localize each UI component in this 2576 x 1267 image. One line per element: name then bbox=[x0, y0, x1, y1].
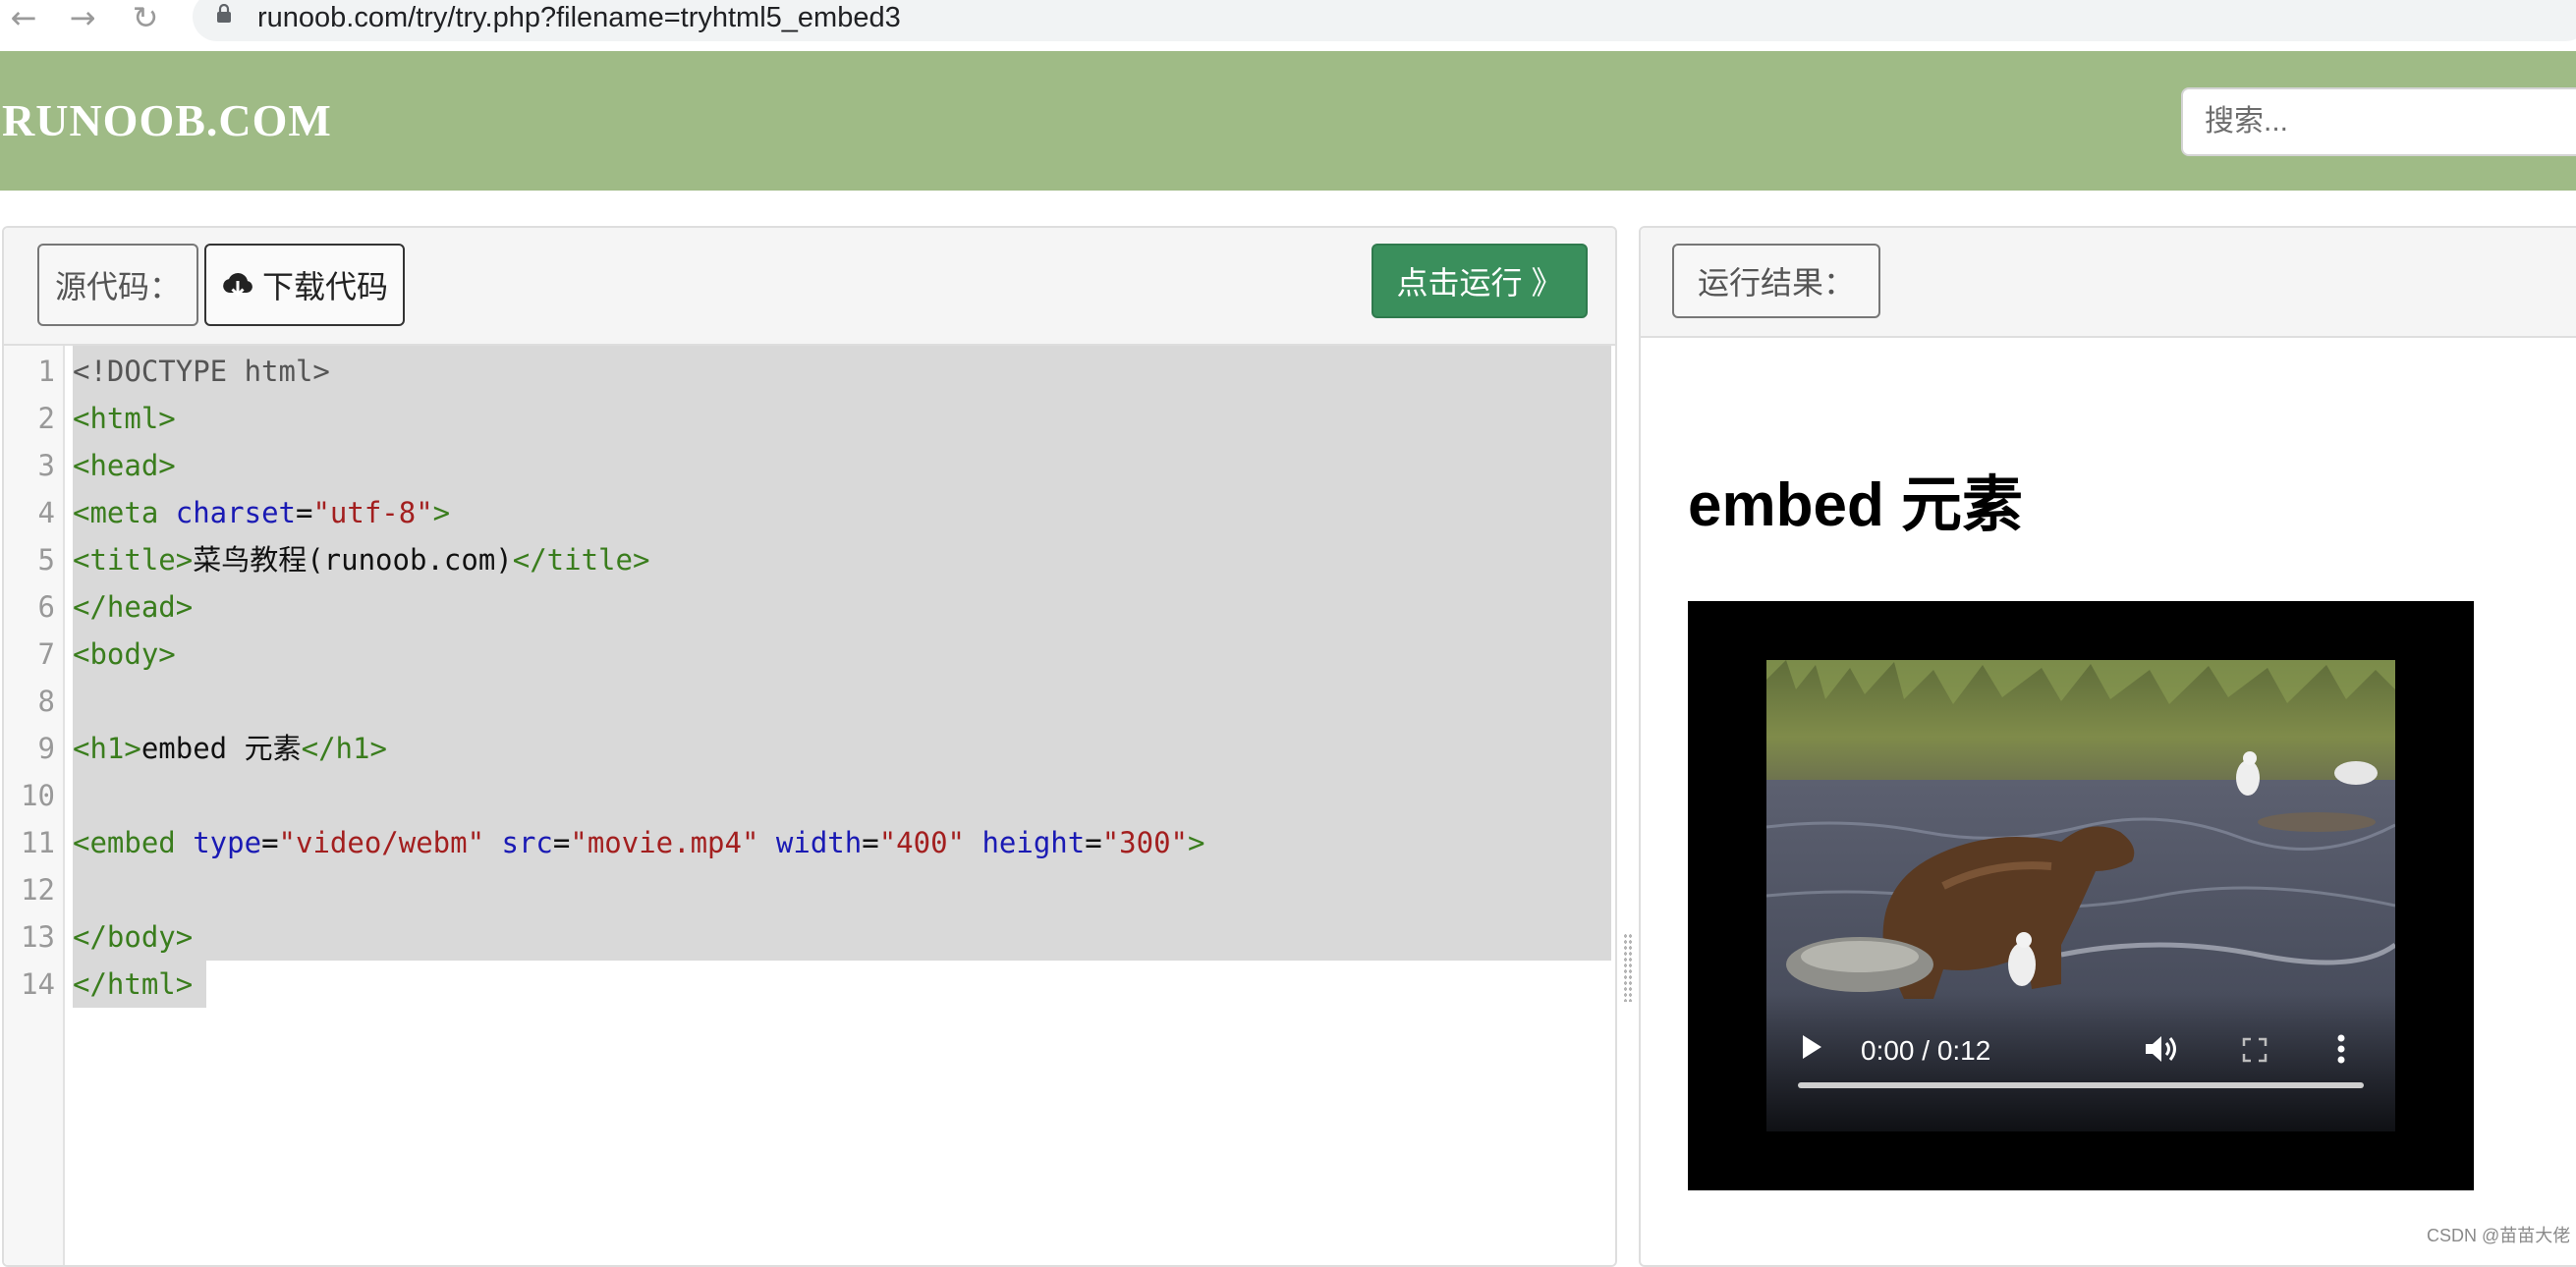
result-heading: embed 元素 bbox=[1688, 471, 2024, 539]
line-number: 3 bbox=[37, 449, 55, 482]
line-number: 11 bbox=[21, 826, 55, 859]
run-result-label: 运行结果： bbox=[1672, 244, 1880, 318]
line-number: 13 bbox=[21, 920, 55, 954]
reload-icon[interactable]: ↻ bbox=[126, 0, 165, 36]
code-text[interactable]: <!DOCTYPE html> bbox=[73, 348, 330, 395]
browser-toolbar: ← → ↻ runoob.com/try/try.php?filename=tr… bbox=[0, 0, 2576, 51]
volume-button[interactable] bbox=[2144, 1033, 2179, 1065]
code-line[interactable]: 10 bbox=[4, 772, 1615, 819]
address-bar-url[interactable]: runoob.com/try/try.php?filename=tryhtml5… bbox=[257, 0, 901, 35]
video-frame[interactable]: 0:00 / 0:12 bbox=[1766, 660, 2395, 1131]
code-line[interactable]: 5 <title>菜鸟教程(runoob.com)</title> bbox=[4, 536, 1615, 583]
code-text[interactable]: <meta charset="utf-8"> bbox=[73, 489, 450, 536]
code-text[interactable]: <html> bbox=[73, 395, 176, 442]
search-input[interactable] bbox=[2181, 87, 2576, 156]
code-line[interactable]: 4 <meta charset="utf-8"> bbox=[4, 489, 1615, 536]
line-number: 6 bbox=[37, 590, 55, 624]
code-text[interactable]: </head> bbox=[73, 583, 193, 631]
result-panel: 运行结果： embed 元素 0:00 / 0:12 bbox=[1639, 226, 2576, 1267]
download-code-button[interactable]: 下载代码 bbox=[204, 244, 405, 326]
code-line[interactable]: 1 <!DOCTYPE html> bbox=[4, 348, 1615, 395]
download-code-label: 下载代码 bbox=[261, 269, 388, 304]
code-line[interactable]: 8 bbox=[4, 678, 1615, 725]
code-line[interactable]: 2 <html> bbox=[4, 395, 1615, 442]
forward-arrow-icon[interactable]: → bbox=[63, 0, 102, 36]
site-header: RUNOOB.COM bbox=[0, 51, 2576, 191]
code-text[interactable]: <head> bbox=[73, 442, 176, 489]
more-vertical-icon bbox=[2337, 1034, 2345, 1064]
volume-icon bbox=[2146, 1036, 2176, 1062]
line-number: 2 bbox=[37, 402, 55, 435]
code-text[interactable]: <body> bbox=[73, 631, 176, 678]
line-number: 8 bbox=[37, 685, 55, 718]
code-line[interactable]: 6 </head> bbox=[4, 583, 1615, 631]
source-panel-toolbar: 源代码： 下载代码 点击运行 》 bbox=[4, 228, 1615, 346]
source-code-panel: 源代码： 下载代码 点击运行 》 1 <!DOCTYPE html> 2 <html>… bbox=[2, 226, 1617, 1267]
play-button[interactable] bbox=[1800, 1033, 1823, 1061]
source-code-label: 源代码： bbox=[37, 244, 198, 326]
code-line[interactable]: 11 <embed type="video/webm" src="movie.mp… bbox=[4, 819, 1615, 866]
line-number: 7 bbox=[37, 637, 55, 671]
back-arrow-icon[interactable]: ← bbox=[4, 0, 43, 36]
code-text[interactable]: </body> bbox=[73, 913, 193, 961]
code-line[interactable]: 7 <body> bbox=[4, 631, 1615, 678]
play-icon bbox=[1803, 1035, 1821, 1059]
line-number: 9 bbox=[37, 732, 55, 765]
video-time: 0:00 / 0:12 bbox=[1861, 1035, 1991, 1066]
line-number: 12 bbox=[21, 873, 55, 907]
code-text[interactable]: </html> bbox=[73, 961, 193, 1008]
code-line[interactable]: 3 <head> bbox=[4, 442, 1615, 489]
fullscreen-icon bbox=[2242, 1037, 2268, 1063]
lock-icon bbox=[217, 4, 231, 23]
fullscreen-button[interactable] bbox=[2242, 1037, 2268, 1063]
code-editor[interactable]: 1 <!DOCTYPE html> 2 <html> 3 <head> 4 <meta cha… bbox=[4, 346, 1615, 1265]
watermark: CSDN @苗苗大佬 bbox=[2427, 1226, 2571, 1245]
cloud-download-icon bbox=[223, 273, 252, 298]
run-code-button[interactable]: 点击运行 》 bbox=[1372, 244, 1588, 318]
code-text[interactable]: <title>菜鸟教程(runoob.com)</title> bbox=[73, 536, 649, 583]
site-logo[interactable]: RUNOOB.COM bbox=[2, 94, 332, 147]
panel-resize-handle[interactable] bbox=[1623, 933, 1633, 1002]
result-panel-toolbar: 运行结果： bbox=[1641, 228, 2576, 338]
video-progress-bar[interactable] bbox=[1798, 1082, 2364, 1088]
line-number: 10 bbox=[21, 779, 55, 812]
code-text[interactable]: <embed type="video/webm" src="movie.mp4"… bbox=[73, 819, 1204, 866]
code-line[interactable]: 9 <h1>embed 元素</h1> bbox=[4, 725, 1615, 772]
line-number: 4 bbox=[37, 496, 55, 529]
line-number: 1 bbox=[37, 355, 55, 388]
line-number: 14 bbox=[21, 967, 55, 1001]
code-text[interactable]: <h1>embed 元素</h1> bbox=[73, 725, 387, 772]
embedded-video[interactable]: 0:00 / 0:12 bbox=[1688, 601, 2474, 1190]
code-line[interactable]: 14 </html> bbox=[4, 961, 1615, 1008]
code-line[interactable]: 13 </body> bbox=[4, 913, 1615, 961]
line-number: 5 bbox=[37, 543, 55, 577]
more-options-button[interactable] bbox=[2336, 1033, 2346, 1065]
code-line[interactable]: 12 bbox=[4, 866, 1615, 913]
